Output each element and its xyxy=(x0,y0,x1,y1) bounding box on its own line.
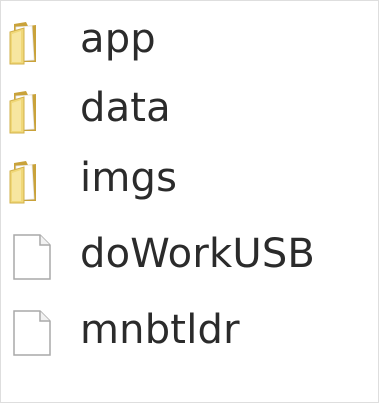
item-name: mnbtldr xyxy=(80,307,240,353)
folder-icon xyxy=(6,18,58,66)
file-icon xyxy=(6,309,58,357)
list-item-app[interactable]: app xyxy=(1,6,378,76)
list-item-doworkusb[interactable]: doWorkUSB xyxy=(1,221,378,291)
list-item-imgs[interactable]: imgs xyxy=(1,145,378,215)
file-icon xyxy=(6,233,58,281)
list-item-mnbtldr[interactable]: mnbtldr xyxy=(1,297,378,367)
item-name: doWorkUSB xyxy=(80,231,316,277)
item-name: imgs xyxy=(80,155,178,201)
item-name: app xyxy=(80,16,156,62)
item-name: data xyxy=(80,85,171,131)
list-item-data[interactable]: data xyxy=(1,75,378,145)
folder-icon xyxy=(6,87,58,135)
folder-icon xyxy=(6,157,58,205)
explorer-window: app data imgs doWorkUSB mnbtldr xyxy=(0,0,379,403)
